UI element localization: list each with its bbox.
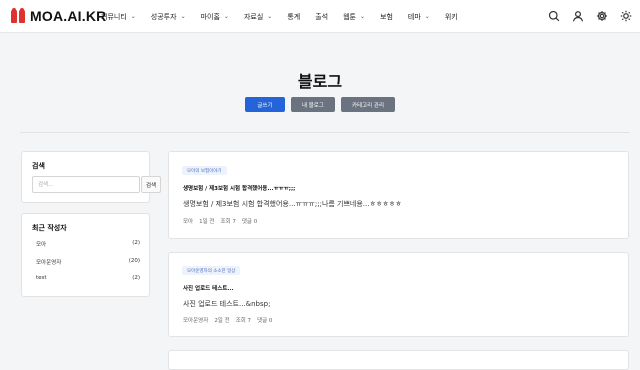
chevron-down-icon: ⌄ bbox=[267, 13, 273, 20]
nav-label: 커뮤니티 bbox=[101, 12, 127, 21]
main-nav: 커뮤니티 ⌄ 성공투자 ⌄ 마이홈 ⌄ 자료실 ⌄ 통계 출석 웹툰 ⌄ 보험 테마 ⌄ 위… bbox=[101, 0, 473, 33]
recent-writers-card: 최근 작성자 모아 (2) 모아운영자 (20) test (2) bbox=[21, 213, 150, 297]
search-button[interactable]: 검색 bbox=[141, 176, 161, 193]
post-author[interactable]: 모아운영자 bbox=[183, 316, 208, 324]
post-category-tag[interactable]: 모아운영자의 소소한 일상 bbox=[182, 266, 241, 275]
writer-item[interactable]: test (2) bbox=[36, 275, 140, 281]
recent-writers-title: 최근 작성자 bbox=[32, 224, 67, 232]
writer-item[interactable]: 모아 (2) bbox=[36, 240, 140, 248]
nav-item-wiki[interactable]: 위키 bbox=[445, 12, 458, 22]
post-card[interactable]: 모아운영자의 소소한 일상 사진 업로드 테스트... 사진 업로드 테스트..… bbox=[168, 252, 629, 337]
writer-count: (20) bbox=[128, 258, 140, 264]
nav-item-invest[interactable]: 성공투자 ⌄ bbox=[151, 12, 186, 22]
nav-item-community[interactable]: 커뮤니티 ⌄ bbox=[101, 12, 136, 22]
nav-label: 웹툰 bbox=[343, 12, 356, 21]
category-manage-button[interactable]: 카테고리 관리 bbox=[340, 97, 396, 112]
top-header: MOA.AI.KR 커뮤니티 ⌄ 성공투자 ⌄ 마이홈 ⌄ 자료실 ⌄ 통계 출석 웹툰… bbox=[0, 0, 640, 33]
post-card[interactable] bbox=[168, 350, 629, 370]
search-card-title: 검색 bbox=[32, 162, 45, 170]
write-button[interactable]: 글쓰기 bbox=[244, 97, 285, 112]
divider bbox=[20, 132, 630, 133]
writer-name: 모아 bbox=[36, 242, 47, 248]
header-actions bbox=[538, 8, 634, 24]
post-views: 조회 7 bbox=[235, 318, 252, 324]
my-blog-button[interactable]: 내 블로그 bbox=[290, 97, 335, 112]
nav-item-stats[interactable]: 통계 bbox=[287, 12, 300, 22]
site-logo[interactable]: MOA.AI.KR bbox=[11, 8, 106, 24]
nav-item-theme[interactable]: 테마 ⌄ bbox=[408, 12, 430, 22]
writer-name: 모아운영자 bbox=[36, 260, 62, 266]
writer-count: (2) bbox=[132, 275, 140, 281]
user-icon[interactable] bbox=[570, 8, 586, 24]
chevron-down-icon: ⌄ bbox=[359, 13, 366, 20]
post-excerpt: 생명보험 / 제3보험 시험 합격했어용...ㅠㅠㅠ;;;나름 기쁘네용...ㅎ… bbox=[183, 200, 402, 208]
post-comments: 댓글 0 bbox=[241, 219, 258, 225]
chevron-down-icon: ⌄ bbox=[424, 13, 430, 20]
post-title[interactable]: 생명보험 / 제3보험 시험 합격했어용...ㅠㅠㅠ;;; bbox=[183, 184, 295, 192]
post-time: 2일 전 bbox=[214, 318, 230, 324]
post-meta: 모아 1일 전 조회 7 댓글 0 bbox=[183, 217, 263, 225]
writer-item[interactable]: 모아운영자 (20) bbox=[36, 258, 140, 266]
nav-label: 위키 bbox=[444, 12, 458, 21]
writer-name: test bbox=[36, 275, 47, 281]
nav-item-insurance[interactable]: 보험 bbox=[380, 12, 393, 22]
post-category-tag[interactable]: 모아의 보험이야기 bbox=[182, 166, 227, 175]
nav-label: 테마 bbox=[407, 12, 421, 21]
nav-label: 통계 bbox=[287, 12, 301, 21]
search-input[interactable] bbox=[32, 176, 140, 193]
gear-icon[interactable] bbox=[594, 8, 610, 24]
chevron-down-icon: ⌄ bbox=[180, 13, 186, 20]
search-icon[interactable] bbox=[546, 8, 562, 24]
post-views: 조회 7 bbox=[220, 219, 236, 225]
post-comments: 댓글 0 bbox=[257, 318, 273, 324]
post-meta: 모아운영자 2일 전 조회 7 댓글 0 bbox=[183, 316, 278, 324]
nav-item-webtoon[interactable]: 웹툰 ⌄ bbox=[343, 12, 365, 22]
search-card: 검색 검색 bbox=[21, 151, 161, 203]
post-author[interactable]: 모아 bbox=[183, 217, 193, 225]
writer-count: (2) bbox=[132, 240, 140, 246]
nav-label: 마이홈 bbox=[200, 12, 220, 21]
nav-item-myhome[interactable]: 마이홈 ⌄ bbox=[201, 12, 229, 22]
post-card[interactable]: 모아의 보험이야기 생명보험 / 제3보험 시험 합격했어용...ㅠㅠㅠ;;; … bbox=[168, 151, 629, 239]
post-excerpt: 사진 업로드 테스트...&nbsp; bbox=[183, 300, 271, 308]
chevron-down-icon: ⌄ bbox=[130, 13, 136, 20]
post-title[interactable]: 사진 업로드 테스트... bbox=[183, 284, 234, 292]
logo-text: MOA.AI.KR bbox=[30, 8, 107, 24]
nav-label: 성공투자 bbox=[150, 12, 177, 21]
logo-icon bbox=[11, 8, 26, 23]
sun-icon[interactable] bbox=[618, 8, 634, 24]
nav-item-archive[interactable]: 자료실 ⌄ bbox=[244, 12, 272, 22]
nav-label: 보험 bbox=[380, 12, 393, 21]
page-title: 블로그 bbox=[297, 72, 343, 91]
nav-item-attendance[interactable]: 출석 bbox=[315, 12, 328, 22]
blog-action-buttons: 글쓰기 내 블로그 카테고리 관리 bbox=[0, 97, 640, 112]
chevron-down-icon: ⌄ bbox=[223, 13, 229, 20]
post-time: 1일 전 bbox=[199, 219, 215, 225]
nav-label: 자료실 bbox=[243, 12, 264, 21]
nav-label: 출석 bbox=[315, 12, 329, 21]
